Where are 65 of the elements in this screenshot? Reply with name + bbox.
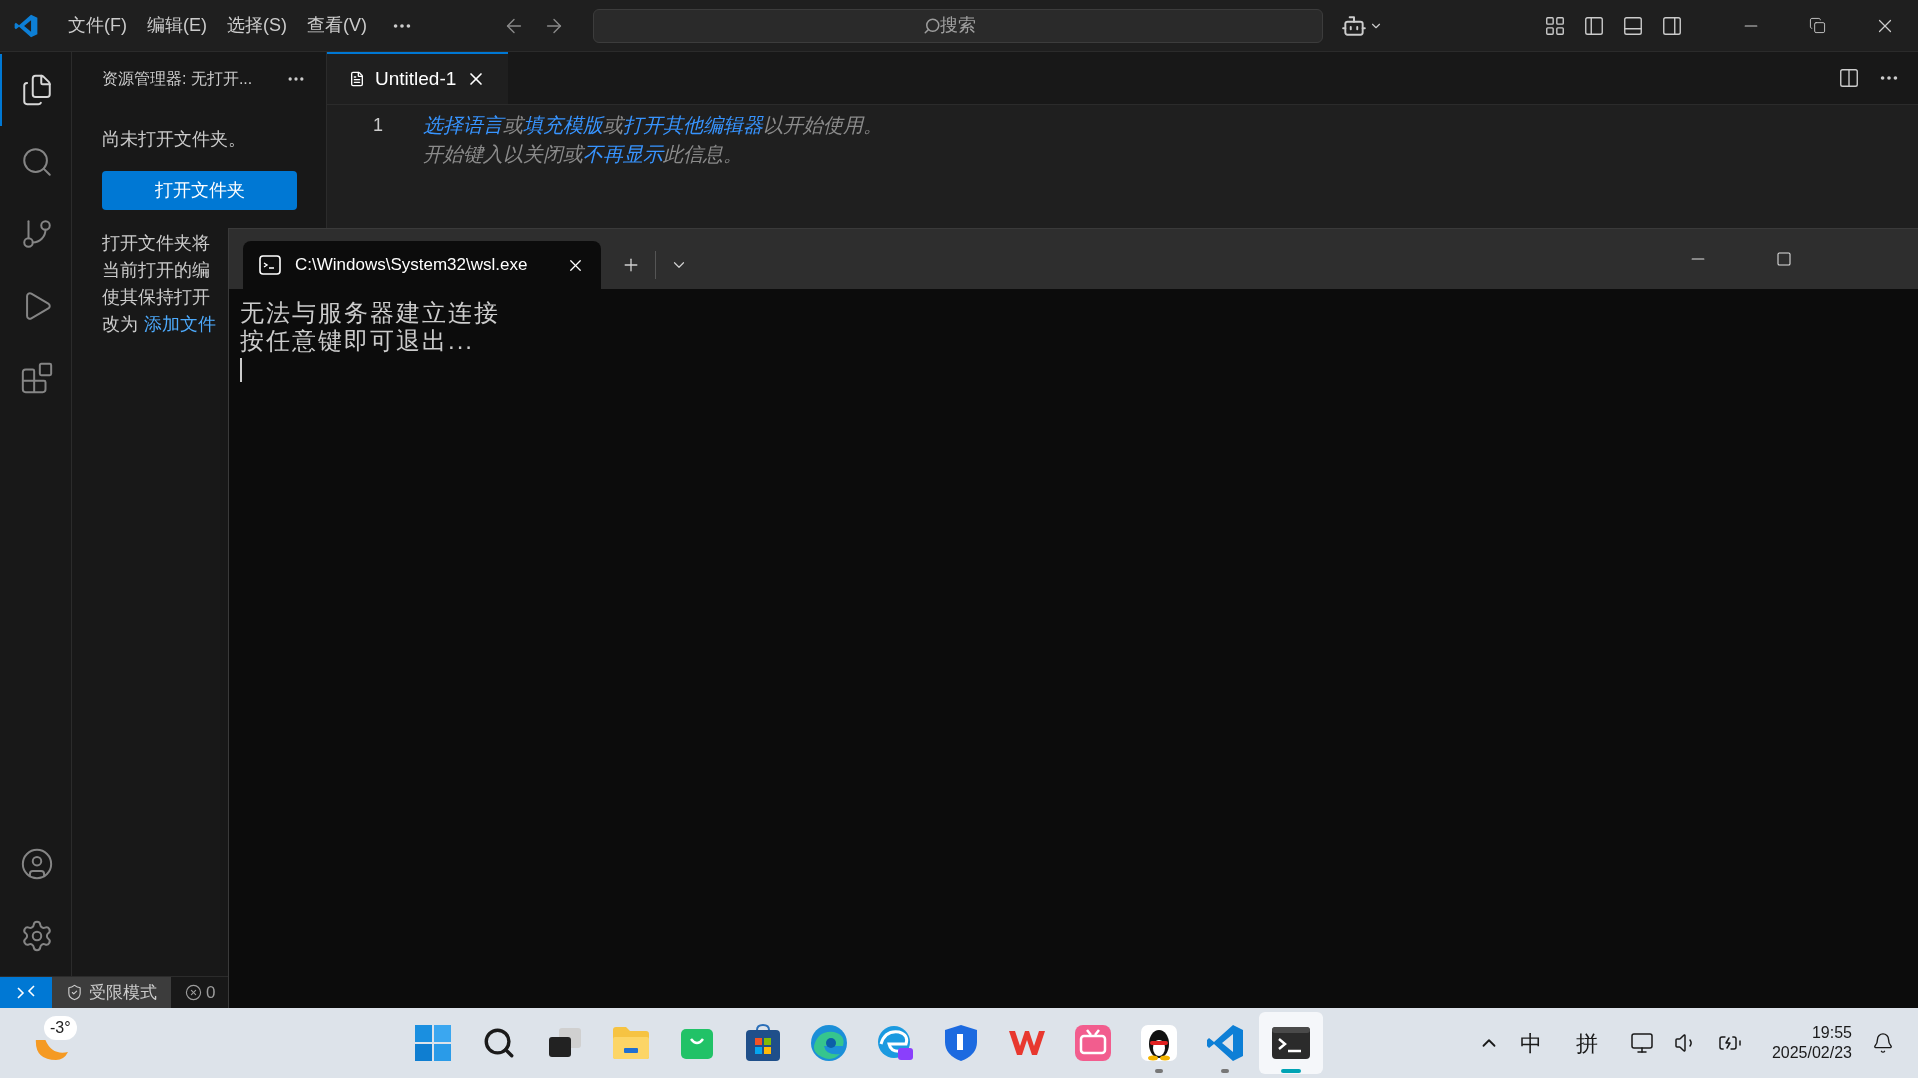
terminal-tab[interactable]: C:\Windows\System32\wsl.exe [243, 241, 601, 289]
search-field[interactable]: 搜索 [593, 8, 1323, 43]
input-mode-indicator[interactable]: 拼 [1575, 1026, 1598, 1060]
restricted-mode-button[interactable]: 受限模式 [52, 977, 171, 1008]
console-icon [259, 255, 281, 275]
editor-tab[interactable]: Untitled-1 [327, 52, 509, 104]
empty-folder-message: 尚未打开文件夹。 [102, 128, 247, 151]
info-text: 改为 [102, 313, 138, 336]
menu-item[interactable]: 编辑(E) [137, 9, 217, 42]
taskbar-app[interactable] [1259, 1012, 1323, 1074]
browser-icon[interactable] [876, 1024, 914, 1062]
panel-toggle-icon[interactable] [1622, 14, 1644, 37]
remote-button[interactable] [0, 977, 52, 1008]
info-text: 当前打开的编 [102, 259, 210, 282]
secondary-sidebar-icon[interactable] [1661, 14, 1683, 37]
info-text: 打开文件夹将 [102, 232, 210, 255]
layout-icon[interactable] [1544, 14, 1566, 37]
terminal-output: 无法与服务器建立连接 [240, 299, 501, 327]
search-icon [923, 16, 941, 35]
hint-text: 开始键入以关闭或不再显示此信息。 [423, 142, 744, 167]
menu-item[interactable]: 文件(F) [58, 9, 137, 42]
clock-date[interactable]: 2025/02/23 [1771, 1043, 1852, 1063]
network-icon[interactable] [1629, 1031, 1654, 1055]
store-icon[interactable] [745, 1024, 781, 1062]
folder-icon[interactable] [612, 1026, 650, 1060]
windows-stack-icon[interactable] [547, 1027, 583, 1059]
ime-indicator[interactable]: 中 [1519, 1026, 1542, 1060]
sidebar-title: 资源管理器: 无打开... [102, 69, 253, 89]
penguin-icon[interactable] [1140, 1024, 1178, 1062]
restore-icon[interactable] [1809, 17, 1826, 34]
hint-link[interactable]: 不再显示 [583, 143, 663, 165]
error-icon [185, 984, 202, 1001]
search-icon[interactable] [482, 1026, 516, 1060]
menu-item[interactable]: 选择(S) [217, 9, 297, 42]
clock-time[interactable]: 19:55 [1811, 1023, 1852, 1043]
hint-link[interactable]: 填充模版 [523, 114, 603, 136]
problems-button[interactable]: 0 [171, 977, 216, 1008]
browser-icon[interactable] [810, 1024, 848, 1062]
shield-icon[interactable] [944, 1024, 978, 1062]
app-logo-icon [14, 13, 38, 38]
info-text: 使其保持打开 [102, 286, 210, 309]
hint-link[interactable]: 打开其他编辑器 [623, 114, 763, 136]
tab-label: Untitled-1 [375, 66, 457, 91]
notification-icon[interactable] [1872, 1032, 1894, 1054]
running-indicator [1281, 1069, 1301, 1073]
windows-icon[interactable] [414, 1024, 452, 1062]
text-cursor [240, 358, 242, 382]
hint-text: 选择语言或填充模版或打开其他编辑器以开始使用。 [423, 113, 883, 138]
tab-title: C:\Windows\System32\wsl.exe [295, 254, 528, 277]
open-folder-button[interactable]: 打开文件夹 [102, 171, 297, 210]
terminal-output: 按任意键即可退出... [240, 327, 475, 355]
maximize-icon[interactable] [1776, 251, 1792, 267]
shield-icon [66, 984, 83, 1001]
split-editor-icon[interactable] [1838, 67, 1860, 89]
remote-icon [17, 984, 35, 1001]
running-indicator [1221, 1069, 1229, 1073]
temperature-badge: -3° [44, 1016, 77, 1040]
sidebar-toggle-icon[interactable] [1583, 14, 1605, 37]
file-icon [349, 71, 365, 87]
terminal-icon[interactable] [1271, 1026, 1311, 1060]
line-number: 1 [372, 114, 383, 137]
tv-icon[interactable] [1074, 1024, 1112, 1062]
running-indicator [1155, 1069, 1163, 1073]
menu-item[interactable]: 查看(V) [297, 9, 377, 42]
add-folder-link[interactable]: 添加文件 [144, 311, 216, 338]
